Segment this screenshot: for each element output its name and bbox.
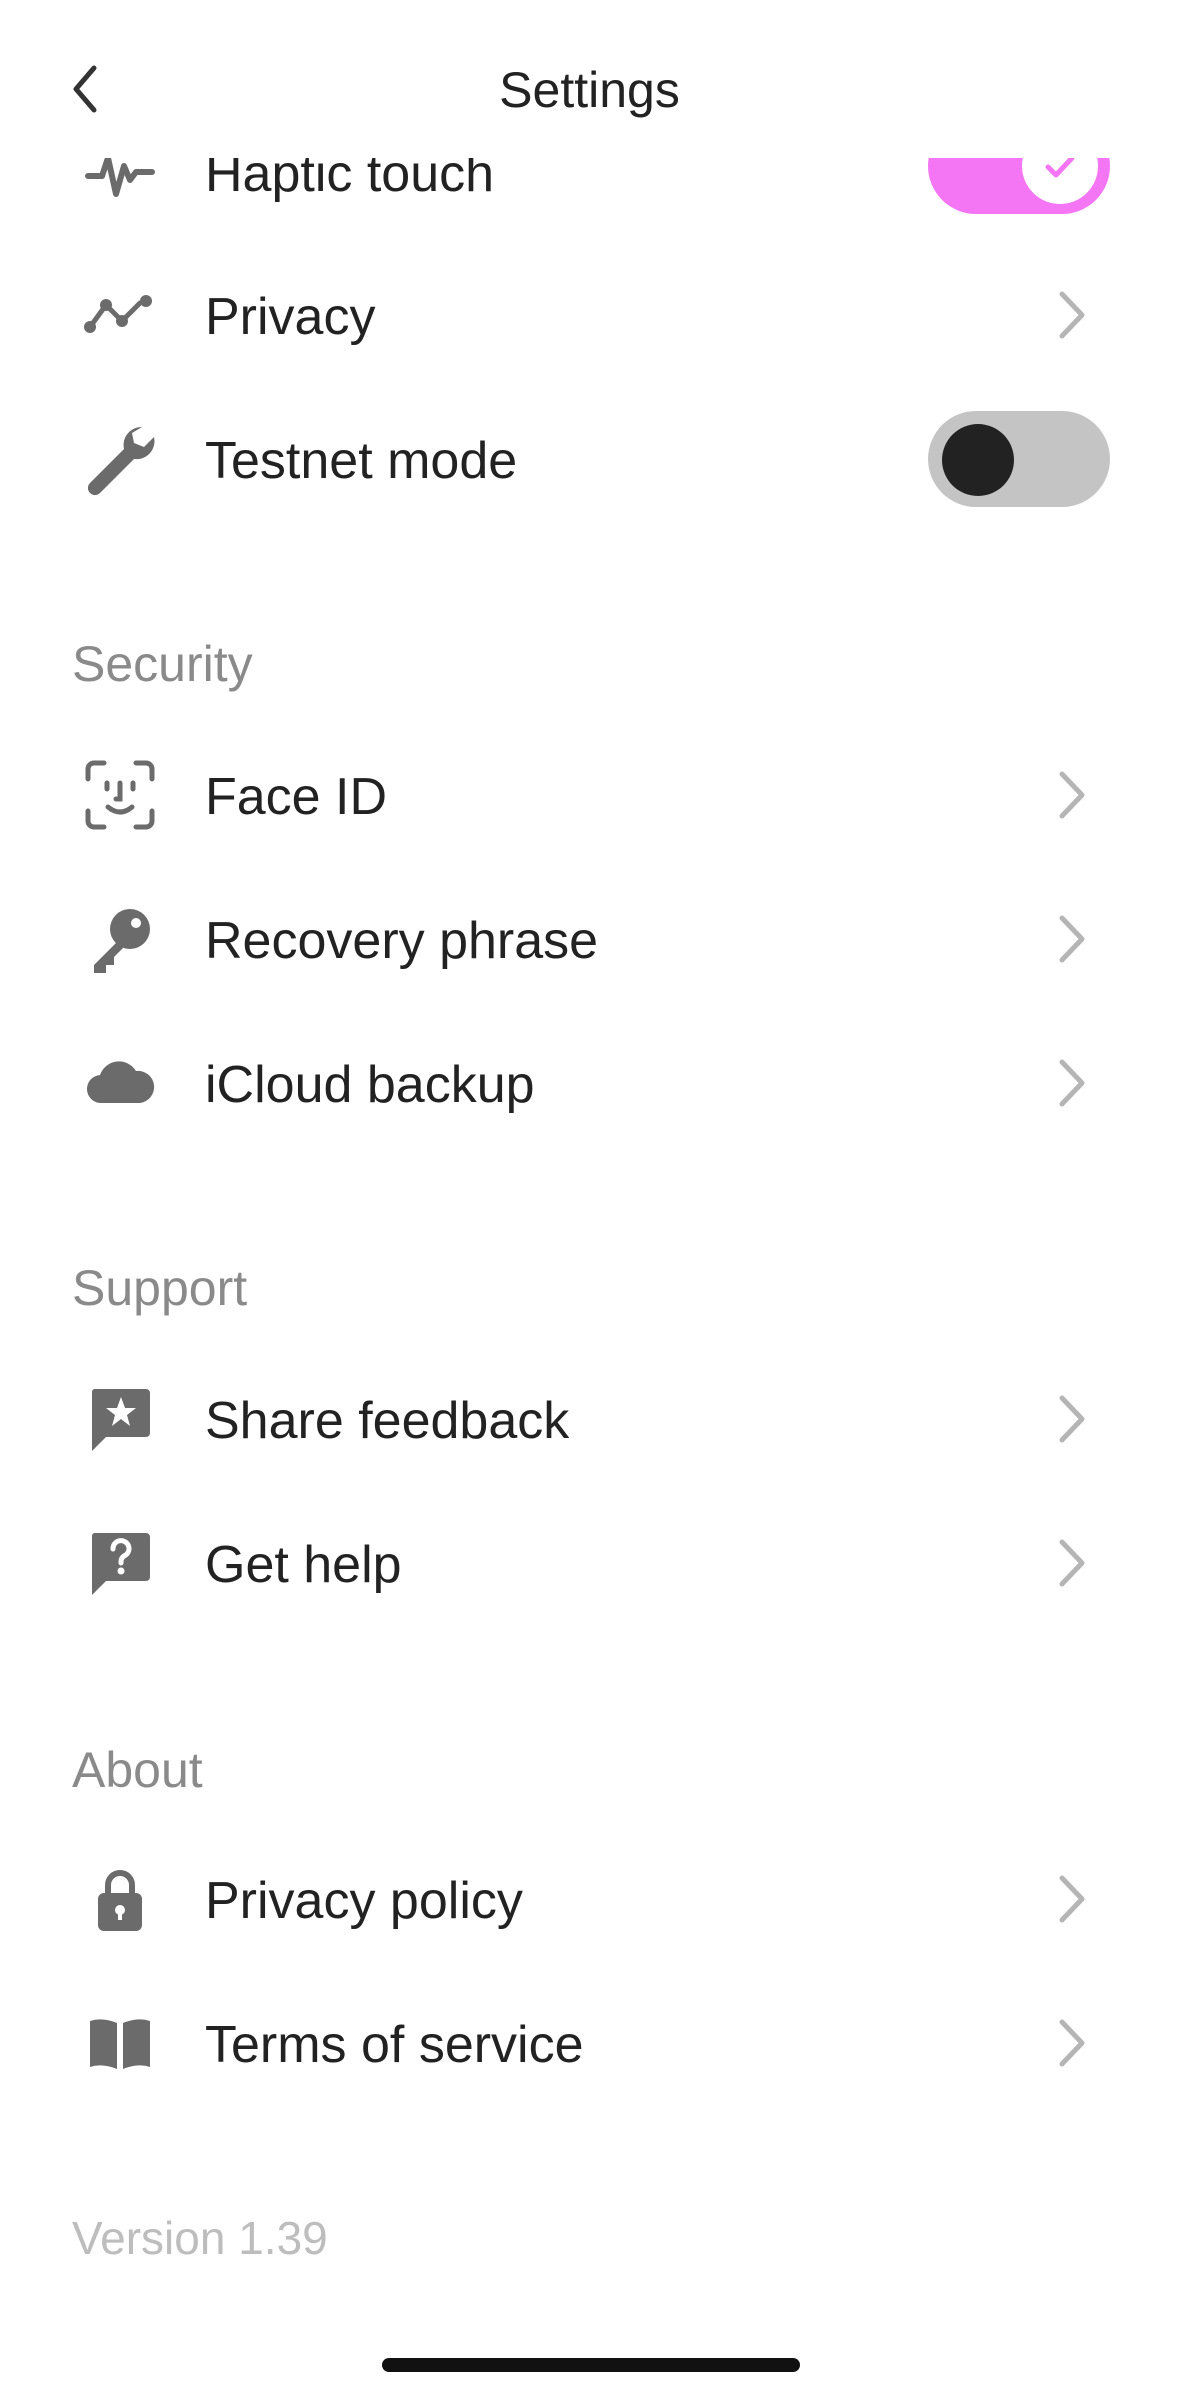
chevron-right-icon: [1052, 1057, 1092, 1109]
chevron-right-icon: [1052, 1873, 1092, 1925]
row-label: Get help: [205, 1536, 402, 1594]
row-share-feedback[interactable]: Share feedback: [0, 1347, 1179, 1491]
row-label: Privacy policy: [205, 1872, 523, 1930]
app-version: Version 1.39: [72, 2212, 328, 2264]
row-testnet-mode: Testnet mode: [0, 387, 1179, 531]
testnet-mode-toggle[interactable]: [928, 411, 1110, 507]
row-label: Recovery phrase: [205, 912, 599, 970]
toggle-knob: [942, 424, 1014, 496]
row-privacy[interactable]: Privacy: [0, 243, 1179, 387]
star-message-icon: [80, 1379, 160, 1459]
activity-line-icon: [80, 275, 160, 355]
question-message-icon: [80, 1523, 160, 1603]
section-title-support: Support: [72, 1260, 248, 1316]
section-title-security: Security: [72, 636, 253, 692]
row-terms-of-service[interactable]: Terms of service: [0, 1971, 1179, 2115]
wrench-icon: [80, 419, 160, 499]
row-face-id[interactable]: Face ID: [0, 723, 1179, 867]
row-label: Terms of service: [205, 2016, 584, 2074]
row-privacy-policy[interactable]: Privacy policy: [0, 1827, 1179, 1971]
face-id-icon: [80, 755, 160, 835]
book-icon: [80, 2003, 160, 2083]
row-label: iCloud backup: [205, 1056, 535, 1114]
row-label: Share feedback: [205, 1392, 570, 1450]
home-indicator[interactable]: [382, 2358, 800, 2372]
chevron-right-icon: [1052, 289, 1092, 341]
chevron-right-icon: [1052, 1537, 1092, 1589]
key-icon: [80, 899, 160, 979]
page-title: Settings: [499, 62, 680, 118]
row-get-help[interactable]: Get help: [0, 1491, 1179, 1635]
nav-header: Settings: [0, 0, 1179, 158]
chevron-right-icon: [1052, 913, 1092, 965]
row-label: Face ID: [205, 768, 388, 826]
row-label: Testnet mode: [205, 432, 518, 490]
settings-list[interactable]: Haptic touch Privacy Testnet mode Securi…: [0, 0, 1179, 2396]
row-icloud-backup[interactable]: iCloud backup: [0, 1011, 1179, 1155]
section-title-about: About: [72, 1742, 203, 1798]
row-label: Privacy: [205, 288, 376, 346]
row-recovery-phrase[interactable]: Recovery phrase: [0, 867, 1179, 1011]
lock-icon: [80, 1859, 160, 1939]
chevron-right-icon: [1052, 769, 1092, 821]
cloud-icon: [80, 1043, 160, 1123]
chevron-right-icon: [1052, 2017, 1092, 2069]
settings-screen: Haptic touch Privacy Testnet mode Securi…: [0, 0, 1179, 2396]
chevron-right-icon: [1052, 1393, 1092, 1445]
